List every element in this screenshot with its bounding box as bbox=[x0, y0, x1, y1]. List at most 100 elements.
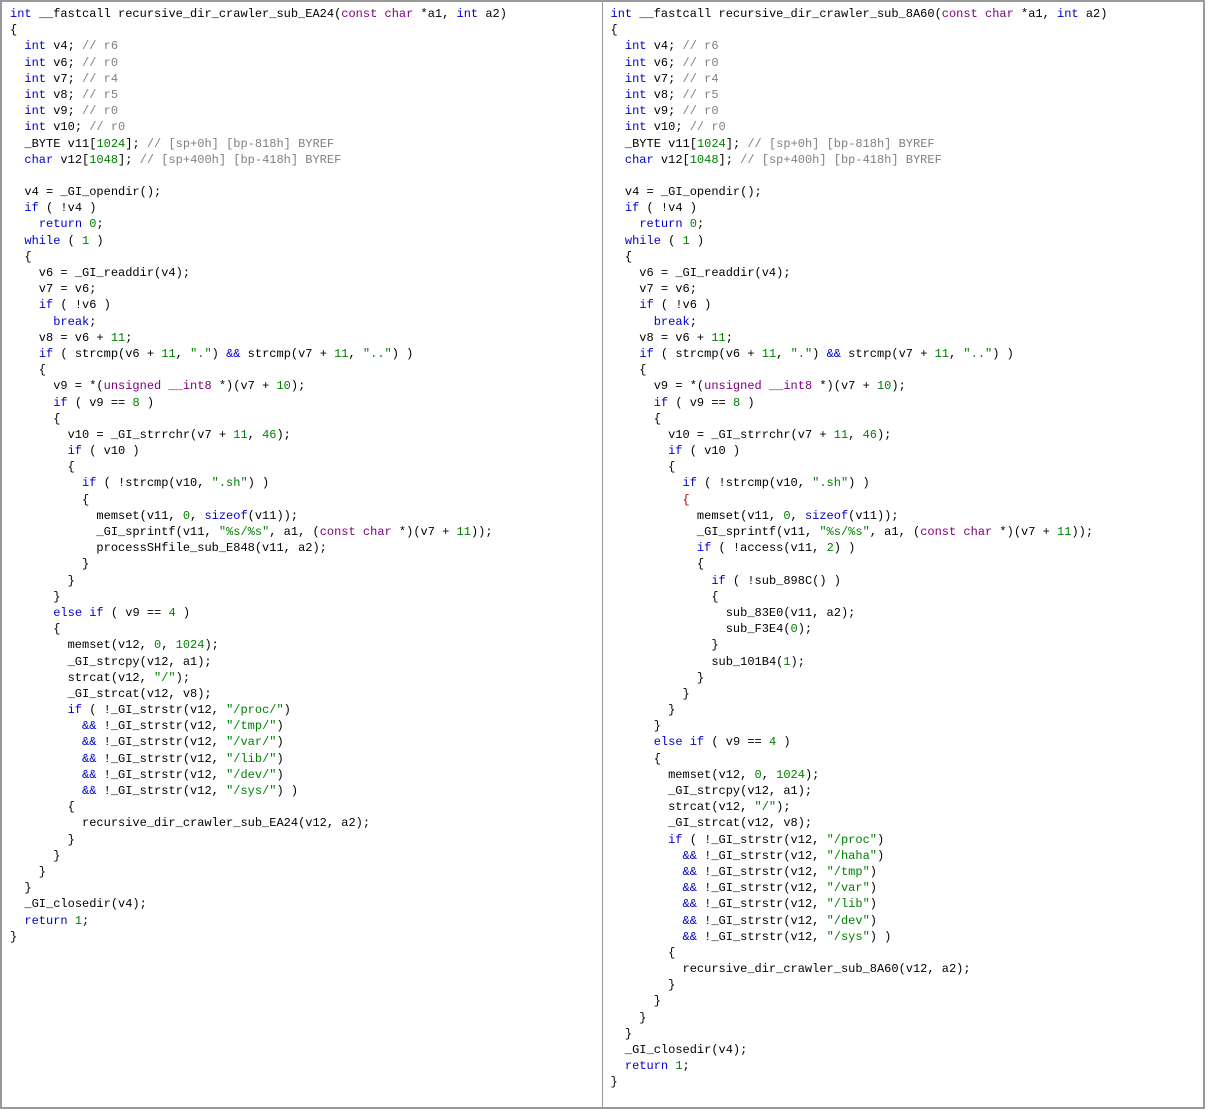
kw-int: int bbox=[625, 88, 647, 102]
str: "%s/%s" bbox=[219, 525, 269, 539]
fn-strstr: _GI_strstr bbox=[111, 703, 183, 717]
var-v9: v9 bbox=[654, 104, 668, 118]
kw-while: while bbox=[24, 234, 60, 248]
kw-if: if bbox=[683, 476, 697, 490]
op-and: && bbox=[827, 347, 841, 361]
arg1-type: const char bbox=[942, 7, 1014, 21]
fn-subf3e4: sub_F3E4 bbox=[726, 622, 784, 636]
op-and: && bbox=[683, 914, 697, 928]
fn-readdir: _GI_readdir bbox=[75, 266, 154, 280]
cmt: // [sp+400h] [bp-418h] BYREF bbox=[740, 153, 942, 167]
str: "/dev" bbox=[827, 914, 870, 928]
num: 11 bbox=[1057, 525, 1071, 539]
op-and: && bbox=[82, 719, 96, 733]
str: ".." bbox=[963, 347, 992, 361]
var-v10: v10 bbox=[53, 120, 75, 134]
arg1-type: const char bbox=[341, 7, 413, 21]
num: 11 bbox=[111, 331, 125, 345]
var-v8: v8 bbox=[654, 88, 668, 102]
num: 1 bbox=[783, 655, 790, 669]
num: 10 bbox=[276, 379, 290, 393]
kw-if: if bbox=[625, 201, 639, 215]
num: 0 bbox=[791, 622, 798, 636]
op-and: && bbox=[82, 768, 96, 782]
cmt: // r0 bbox=[683, 56, 719, 70]
op-and: && bbox=[82, 784, 96, 798]
num: 8 bbox=[733, 396, 740, 410]
fn-strstr: _GI_strstr bbox=[711, 914, 783, 928]
right-code-pane: int __fastcall recursive_dir_crawler_sub… bbox=[603, 2, 1204, 1107]
type-char: char bbox=[24, 153, 53, 167]
kw-if: if bbox=[697, 541, 711, 555]
fn-strstr: _GI_strstr bbox=[711, 833, 783, 847]
num: 11 bbox=[161, 347, 175, 361]
kw-if: if bbox=[639, 347, 653, 361]
kw-if: if bbox=[711, 574, 725, 588]
fn-sub101b4: sub_101B4 bbox=[711, 655, 776, 669]
cmt: // r6 bbox=[683, 39, 719, 53]
var-v7: v7 bbox=[53, 72, 67, 86]
op-and: && bbox=[683, 930, 697, 944]
num: 11 bbox=[935, 347, 949, 361]
num: 1024 bbox=[96, 137, 125, 151]
str: "/var" bbox=[827, 881, 870, 895]
cmt: // r4 bbox=[683, 72, 719, 86]
num: 1 bbox=[683, 234, 690, 248]
kw-break: break bbox=[654, 315, 690, 329]
kw-int: int bbox=[24, 72, 46, 86]
str: "/var/" bbox=[226, 735, 276, 749]
kw-return: return bbox=[39, 217, 82, 231]
kw-if: if bbox=[39, 298, 53, 312]
kw-int: int bbox=[625, 104, 647, 118]
kw-return: return bbox=[639, 217, 682, 231]
fn-strcpy: _GI_strcpy bbox=[68, 655, 140, 669]
kw-else: else if bbox=[53, 606, 103, 620]
cmt: // r6 bbox=[82, 39, 118, 53]
fn-strrchr: _GI_strrchr bbox=[711, 428, 790, 442]
var-v12: v12 bbox=[661, 153, 683, 167]
num: 11 bbox=[834, 428, 848, 442]
cmt: // r0 bbox=[89, 120, 125, 134]
var-v11: v11 bbox=[68, 137, 90, 151]
kw-if: if bbox=[668, 444, 682, 458]
fn-strstr: _GI_strstr bbox=[111, 784, 183, 798]
num: 11 bbox=[711, 331, 725, 345]
cmt: // [sp+400h] [bp-418h] BYREF bbox=[140, 153, 342, 167]
fn-closedir: _GI_closedir bbox=[625, 1043, 711, 1057]
str: "/proc" bbox=[827, 833, 877, 847]
num: 0 bbox=[154, 638, 161, 652]
fn-recurse: recursive_dir_crawler_sub_EA24 bbox=[82, 816, 298, 830]
op-and: && bbox=[683, 881, 697, 895]
cmt: // [sp+0h] [bp-818h] BYREF bbox=[147, 137, 334, 151]
num: 1024 bbox=[176, 638, 205, 652]
fn-sub898c: sub_898C bbox=[755, 574, 813, 588]
num: 10 bbox=[877, 379, 891, 393]
var-v7: v7 bbox=[654, 72, 668, 86]
kw-while: while bbox=[625, 234, 661, 248]
arg1: *a1 bbox=[1021, 7, 1043, 21]
type-cast: const char bbox=[920, 525, 992, 539]
fn-closedir: _GI_closedir bbox=[24, 897, 110, 911]
kw-int: int bbox=[625, 72, 647, 86]
cmt: // r4 bbox=[82, 72, 118, 86]
arg2-type: int bbox=[1057, 7, 1079, 21]
kw-if: if bbox=[68, 703, 82, 717]
fn-recurse: recursive_dir_crawler_sub_8A60 bbox=[683, 962, 899, 976]
var-v10: v10 bbox=[654, 120, 676, 134]
str: "/sys" bbox=[827, 930, 870, 944]
var-v6: v6 bbox=[654, 56, 668, 70]
num: 1 bbox=[82, 234, 89, 248]
num: 0 bbox=[89, 217, 96, 231]
cmt: // r5 bbox=[82, 88, 118, 102]
kw-break: break bbox=[53, 315, 89, 329]
str: "/" bbox=[755, 800, 777, 814]
type-byte: _BYTE bbox=[24, 137, 60, 151]
fn-strstr: _GI_strstr bbox=[711, 897, 783, 911]
kw-sizeof: sizeof bbox=[204, 509, 247, 523]
fn-strrchr: _GI_strrchr bbox=[111, 428, 190, 442]
fn-process-sh: processSHfile_sub_E848 bbox=[96, 541, 254, 555]
kw-int: int bbox=[625, 56, 647, 70]
cmt: // r0 bbox=[82, 56, 118, 70]
num: 1048 bbox=[89, 153, 118, 167]
left-code-pane: int __fastcall recursive_dir_crawler_sub… bbox=[2, 2, 603, 1107]
